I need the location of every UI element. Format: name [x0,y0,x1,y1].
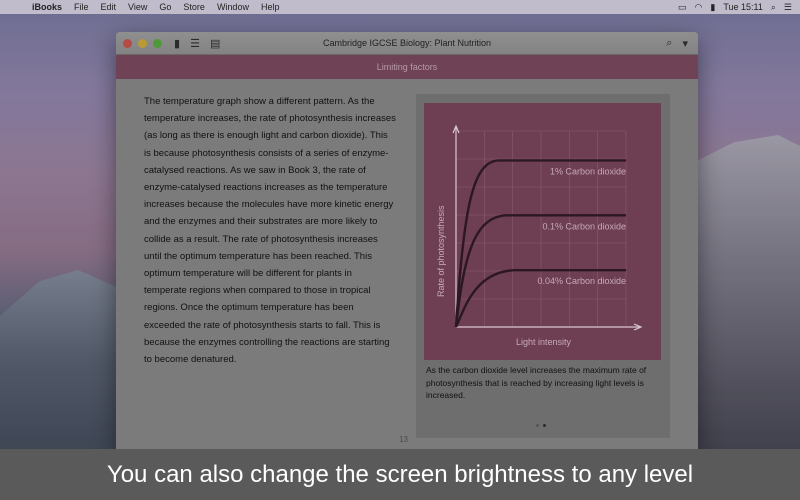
menu-file[interactable]: File [68,2,95,12]
fullscreen-window-button[interactable] [153,38,162,48]
menu-app-name[interactable]: iBooks [26,2,68,12]
search-icon[interactable]: ⌕ [666,37,672,50]
series-label: 0.04% Carbon dioxide [537,276,626,286]
bookmark-icon[interactable]: ▾ [682,37,688,50]
figure-pager[interactable] [536,424,546,427]
chapter-title: Limiting factors [376,62,438,72]
notification-center-icon[interactable]: ☰ [784,2,792,13]
promo-caption-banner: You can also change the screen brightnes… [0,449,800,500]
close-window-button[interactable] [123,38,132,48]
photosynthesis-chart: 1% Carbon dioxide 0.1% Carbon dioxide 0.04… [424,103,661,360]
menu-go[interactable]: Go [153,2,177,12]
clock[interactable]: Tue 15:11 [723,2,763,12]
figure-caption: As the carbon dioxide level increases th… [426,365,647,400]
pager-dot-active[interactable] [543,424,546,427]
wifi-icon[interactable]: ◠ [695,2,703,13]
menu-bar: iBooks File Edit View Go Store Window He… [0,0,800,14]
menu-edit[interactable]: Edit [95,2,123,12]
menu-window[interactable]: Window [211,2,255,12]
menu-help[interactable]: Help [255,2,286,12]
library-icon[interactable]: ▮ [174,37,180,50]
series-label: 1% Carbon dioxide [550,166,626,176]
figure-panel[interactable]: 1% Carbon dioxide 0.1% Carbon dioxide 0.04… [416,94,670,438]
minimize-window-button[interactable] [138,38,147,48]
chart-svg: 1% Carbon dioxide 0.1% Carbon dioxide 0.04… [436,124,643,347]
y-axis-label: Rate of photosynthesis [436,205,446,297]
table-of-contents-icon[interactable]: ☰ [190,37,200,50]
menu-store[interactable]: Store [177,2,211,12]
promo-caption-text: You can also change the screen brightnes… [106,460,694,488]
chapter-header: Limiting factors [116,55,698,79]
series-label: 0.1% Carbon dioxide [542,221,626,231]
pager-dot[interactable] [536,424,539,427]
notes-icon[interactable]: ▤ [210,37,220,50]
page-number: 13 [399,435,408,444]
ibooks-window: ▮ ☰ ▤ Cambridge IGCSE Biology: Plant Nut… [116,32,698,452]
window-titlebar: ▮ ☰ ▤ Cambridge IGCSE Biology: Plant Nut… [116,32,698,55]
battery-icon[interactable]: ▮ [710,2,715,13]
airplay-icon[interactable]: ▭ [678,2,687,13]
x-axis-label: Light intensity [516,337,572,347]
menu-view[interactable]: View [122,2,153,12]
spotlight-search-icon[interactable]: ⌕ [771,2,776,13]
body-paragraph: The temperature graph show a different p… [144,96,396,366]
book-page: The temperature graph show a different p… [116,79,698,452]
